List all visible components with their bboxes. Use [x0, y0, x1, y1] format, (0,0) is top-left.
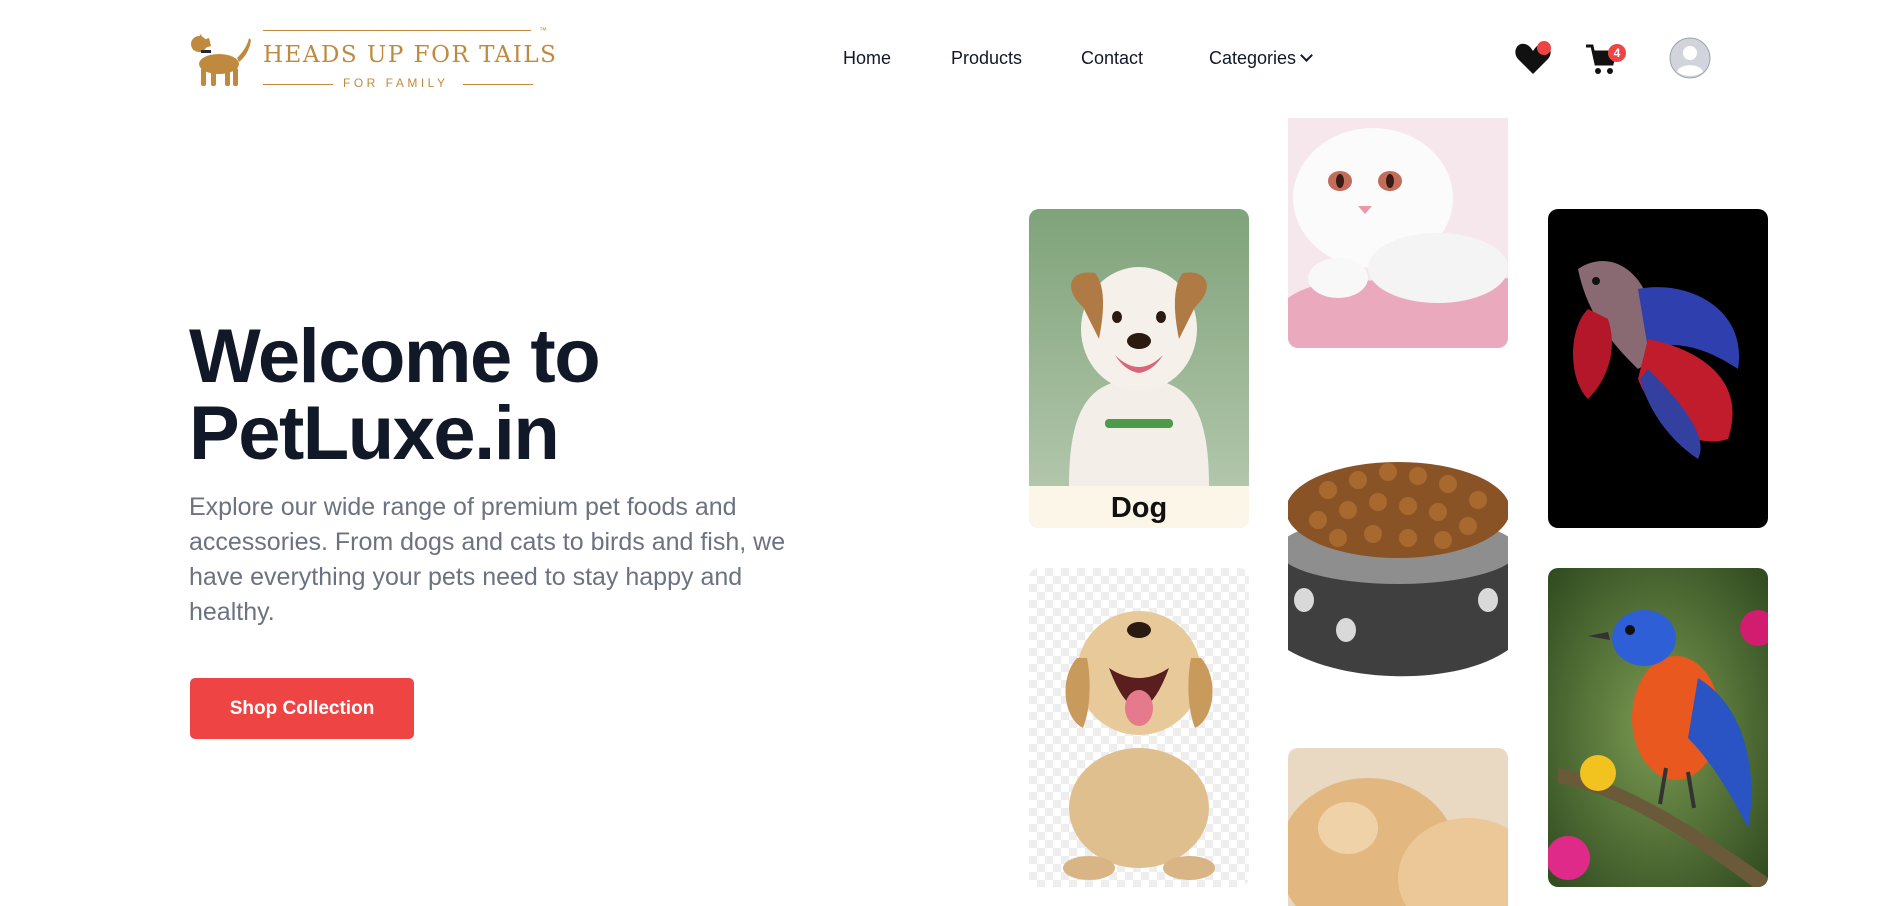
trademark-symbol: ™ — [539, 26, 547, 35]
puppy-closeup-tile[interactable] — [1288, 748, 1508, 906]
hero-title-line2: PetLuxe.in — [189, 391, 560, 476]
puppy-closeup-photo — [1288, 748, 1508, 906]
nav-home[interactable]: Home — [843, 48, 891, 69]
bird-tile[interactable] — [1548, 568, 1768, 887]
cat-photo — [1288, 118, 1508, 348]
nav-contact[interactable]: Contact — [1081, 48, 1143, 69]
hero-title-line1: Welcome to — [189, 314, 601, 399]
cart-count-badge: 4 — [1608, 44, 1626, 62]
cat-tile[interactable] — [1288, 118, 1508, 348]
hero-title: Welcome to PetLuxe.in — [189, 318, 809, 472]
puppy-photo — [1029, 568, 1249, 887]
pet-food-bowl-photo — [1288, 450, 1508, 700]
fish-photo — [1548, 209, 1768, 528]
hero-description: Explore our wide range of premium pet fo… — [189, 493, 786, 626]
bird-photo — [1548, 568, 1768, 887]
chevron-down-icon — [1300, 49, 1313, 62]
nav-categories[interactable]: Categories — [1209, 48, 1313, 69]
heart-icon[interactable] — [1514, 40, 1552, 76]
fish-tile[interactable] — [1548, 209, 1768, 528]
nav-products[interactable]: Products — [951, 48, 1022, 69]
dog-photo — [1029, 209, 1249, 528]
dog-tile-label: Dog — [1029, 486, 1249, 528]
shop-collection-button[interactable]: Shop Collection — [190, 678, 414, 739]
user-avatar-icon[interactable] — [1669, 37, 1711, 79]
brand-logo[interactable]: ™ HEADS UP FOR TAILS FOR FAMILY — [189, 24, 569, 94]
nav-categories-label: Categories — [1209, 48, 1297, 68]
dog-category-tile[interactable]: Dog — [1029, 209, 1249, 528]
dog-logo-icon — [191, 34, 251, 86]
pet-food-tile[interactable] — [1288, 450, 1508, 700]
brand-title: HEADS UP FOR TAILS — [263, 42, 558, 68]
puppy-tile[interactable] — [1029, 568, 1249, 887]
brand-subtitle: FOR FAMILY — [343, 76, 449, 90]
